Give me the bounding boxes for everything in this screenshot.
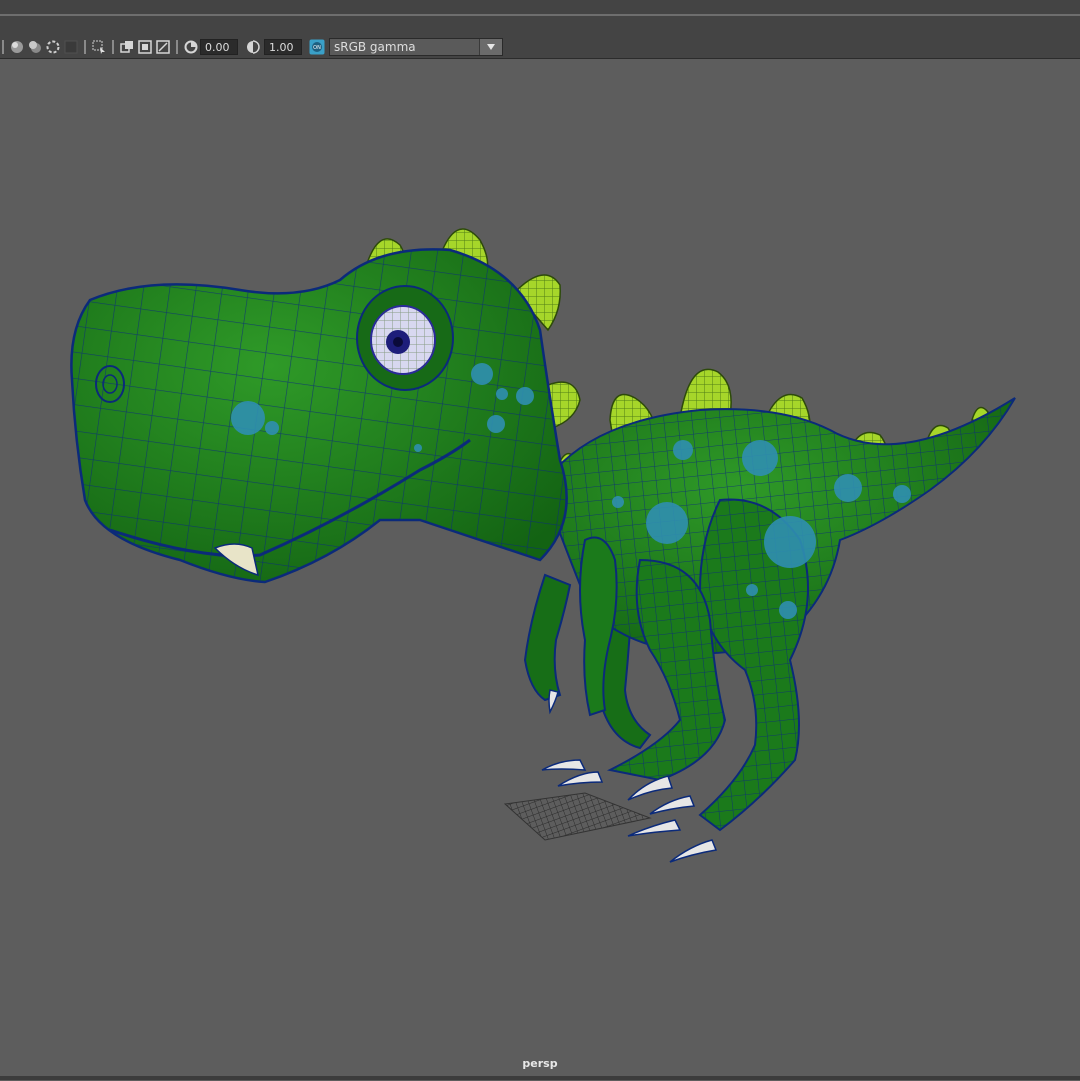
shaded-sphere-icon[interactable] (8, 38, 26, 56)
grid-frame-icon[interactable] (154, 38, 172, 56)
toolbar-separator (2, 40, 4, 54)
window-top-strip (0, 0, 1080, 16)
chevron-down-icon[interactable] (479, 39, 502, 55)
color-management-badge-text: ON (313, 45, 321, 51)
color-space-dropdown[interactable]: sRGB gamma (329, 38, 503, 56)
film-gate-icon[interactable] (118, 38, 136, 56)
eye (356, 285, 454, 391)
color-management-icon[interactable]: ON (308, 38, 326, 56)
gamma-icon[interactable] (244, 38, 262, 56)
viewport-bottom-border (0, 1076, 1080, 1080)
exposure-field[interactable]: 0.00 (200, 39, 238, 55)
select-camera-icon[interactable] (90, 38, 108, 56)
gamma-field[interactable]: 1.00 (264, 39, 302, 55)
viewport-panel-toolbar: 0.00 1.00 ON sRGB gamma (0, 16, 1080, 59)
head-wireframe (71, 249, 567, 582)
toolbar-separator (84, 40, 86, 54)
color-space-label: sRGB gamma (334, 40, 416, 54)
safe-frame-icon[interactable] (136, 38, 154, 56)
toolbar-row: 0.00 1.00 ON sRGB gamma (0, 37, 503, 57)
camera-name-label: persp (522, 1057, 558, 1070)
exposure-icon[interactable] (182, 38, 200, 56)
wire-sphere-icon[interactable] (26, 38, 44, 56)
viewport-scene[interactable] (0, 59, 1080, 1077)
toolbar-separator (176, 40, 178, 54)
3d-viewport[interactable] (0, 59, 1080, 1077)
resolution-gate-icon[interactable] (62, 38, 80, 56)
toolbar-separator (112, 40, 114, 54)
isolate-icon[interactable] (44, 38, 62, 56)
